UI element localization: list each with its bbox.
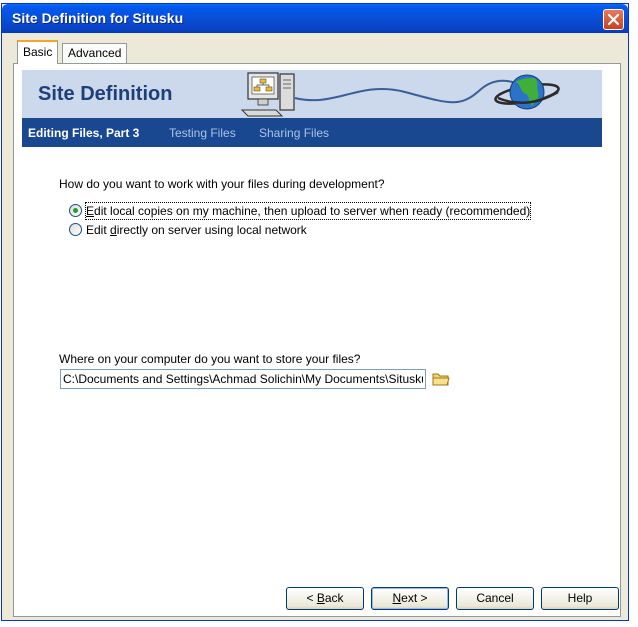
- radio-edit-local[interactable]: [69, 204, 82, 217]
- option-edit-directly-label[interactable]: Edit directly on server using local netw…: [86, 222, 307, 238]
- tab-advanced[interactable]: Advanced: [62, 43, 128, 63]
- cancel-button[interactable]: Cancel: [456, 587, 534, 610]
- basic-tab-panel: Site Definition Editing Files, Part 3 Te…: [13, 63, 621, 617]
- work-method-question: How do you want to work with your files …: [59, 177, 385, 191]
- wizard-steps-bar: Editing Files, Part 3 Testing Files Shar…: [22, 118, 602, 147]
- folder-icon: [432, 373, 450, 386]
- close-button[interactable]: [603, 9, 624, 30]
- local-folder-input[interactable]: [60, 369, 426, 389]
- help-button[interactable]: Help: [541, 587, 619, 610]
- dialog-body: Basic Advanced Site Definition Editing F…: [6, 33, 624, 617]
- tab-basic[interactable]: Basic: [17, 40, 59, 64]
- title-bar[interactable]: Site Definition for Situsku: [2, 4, 628, 33]
- step-sharing-files: Sharing Files: [259, 126, 330, 140]
- computer-icon: [240, 72, 295, 117]
- back-button[interactable]: < Back: [286, 587, 364, 610]
- next-button[interactable]: Next >: [371, 587, 449, 610]
- site-definition-dialog: Site Definition for Situsku Basic Advanc…: [1, 3, 629, 621]
- tab-advanced-label: Advanced: [68, 46, 122, 60]
- browse-folder-button[interactable]: [431, 370, 451, 388]
- option-edit-local-label[interactable]: Edit local copies on my machine, then up…: [84, 202, 532, 220]
- banner-header: Site Definition: [22, 70, 602, 118]
- window-title: Site Definition for Situsku: [12, 10, 184, 26]
- radio-selected-dot: [73, 208, 78, 213]
- step-editing-files: Editing Files, Part 3: [28, 126, 140, 140]
- radio-edit-directly[interactable]: [69, 223, 82, 236]
- close-icon: [607, 13, 620, 26]
- banner-title: Site Definition: [38, 83, 173, 105]
- step-testing-files: Testing Files: [169, 126, 236, 140]
- tab-basic-label: Basic: [23, 45, 53, 59]
- banner-graphic: [240, 72, 560, 117]
- storage-location-label: Where on your computer do you want to st…: [59, 352, 361, 366]
